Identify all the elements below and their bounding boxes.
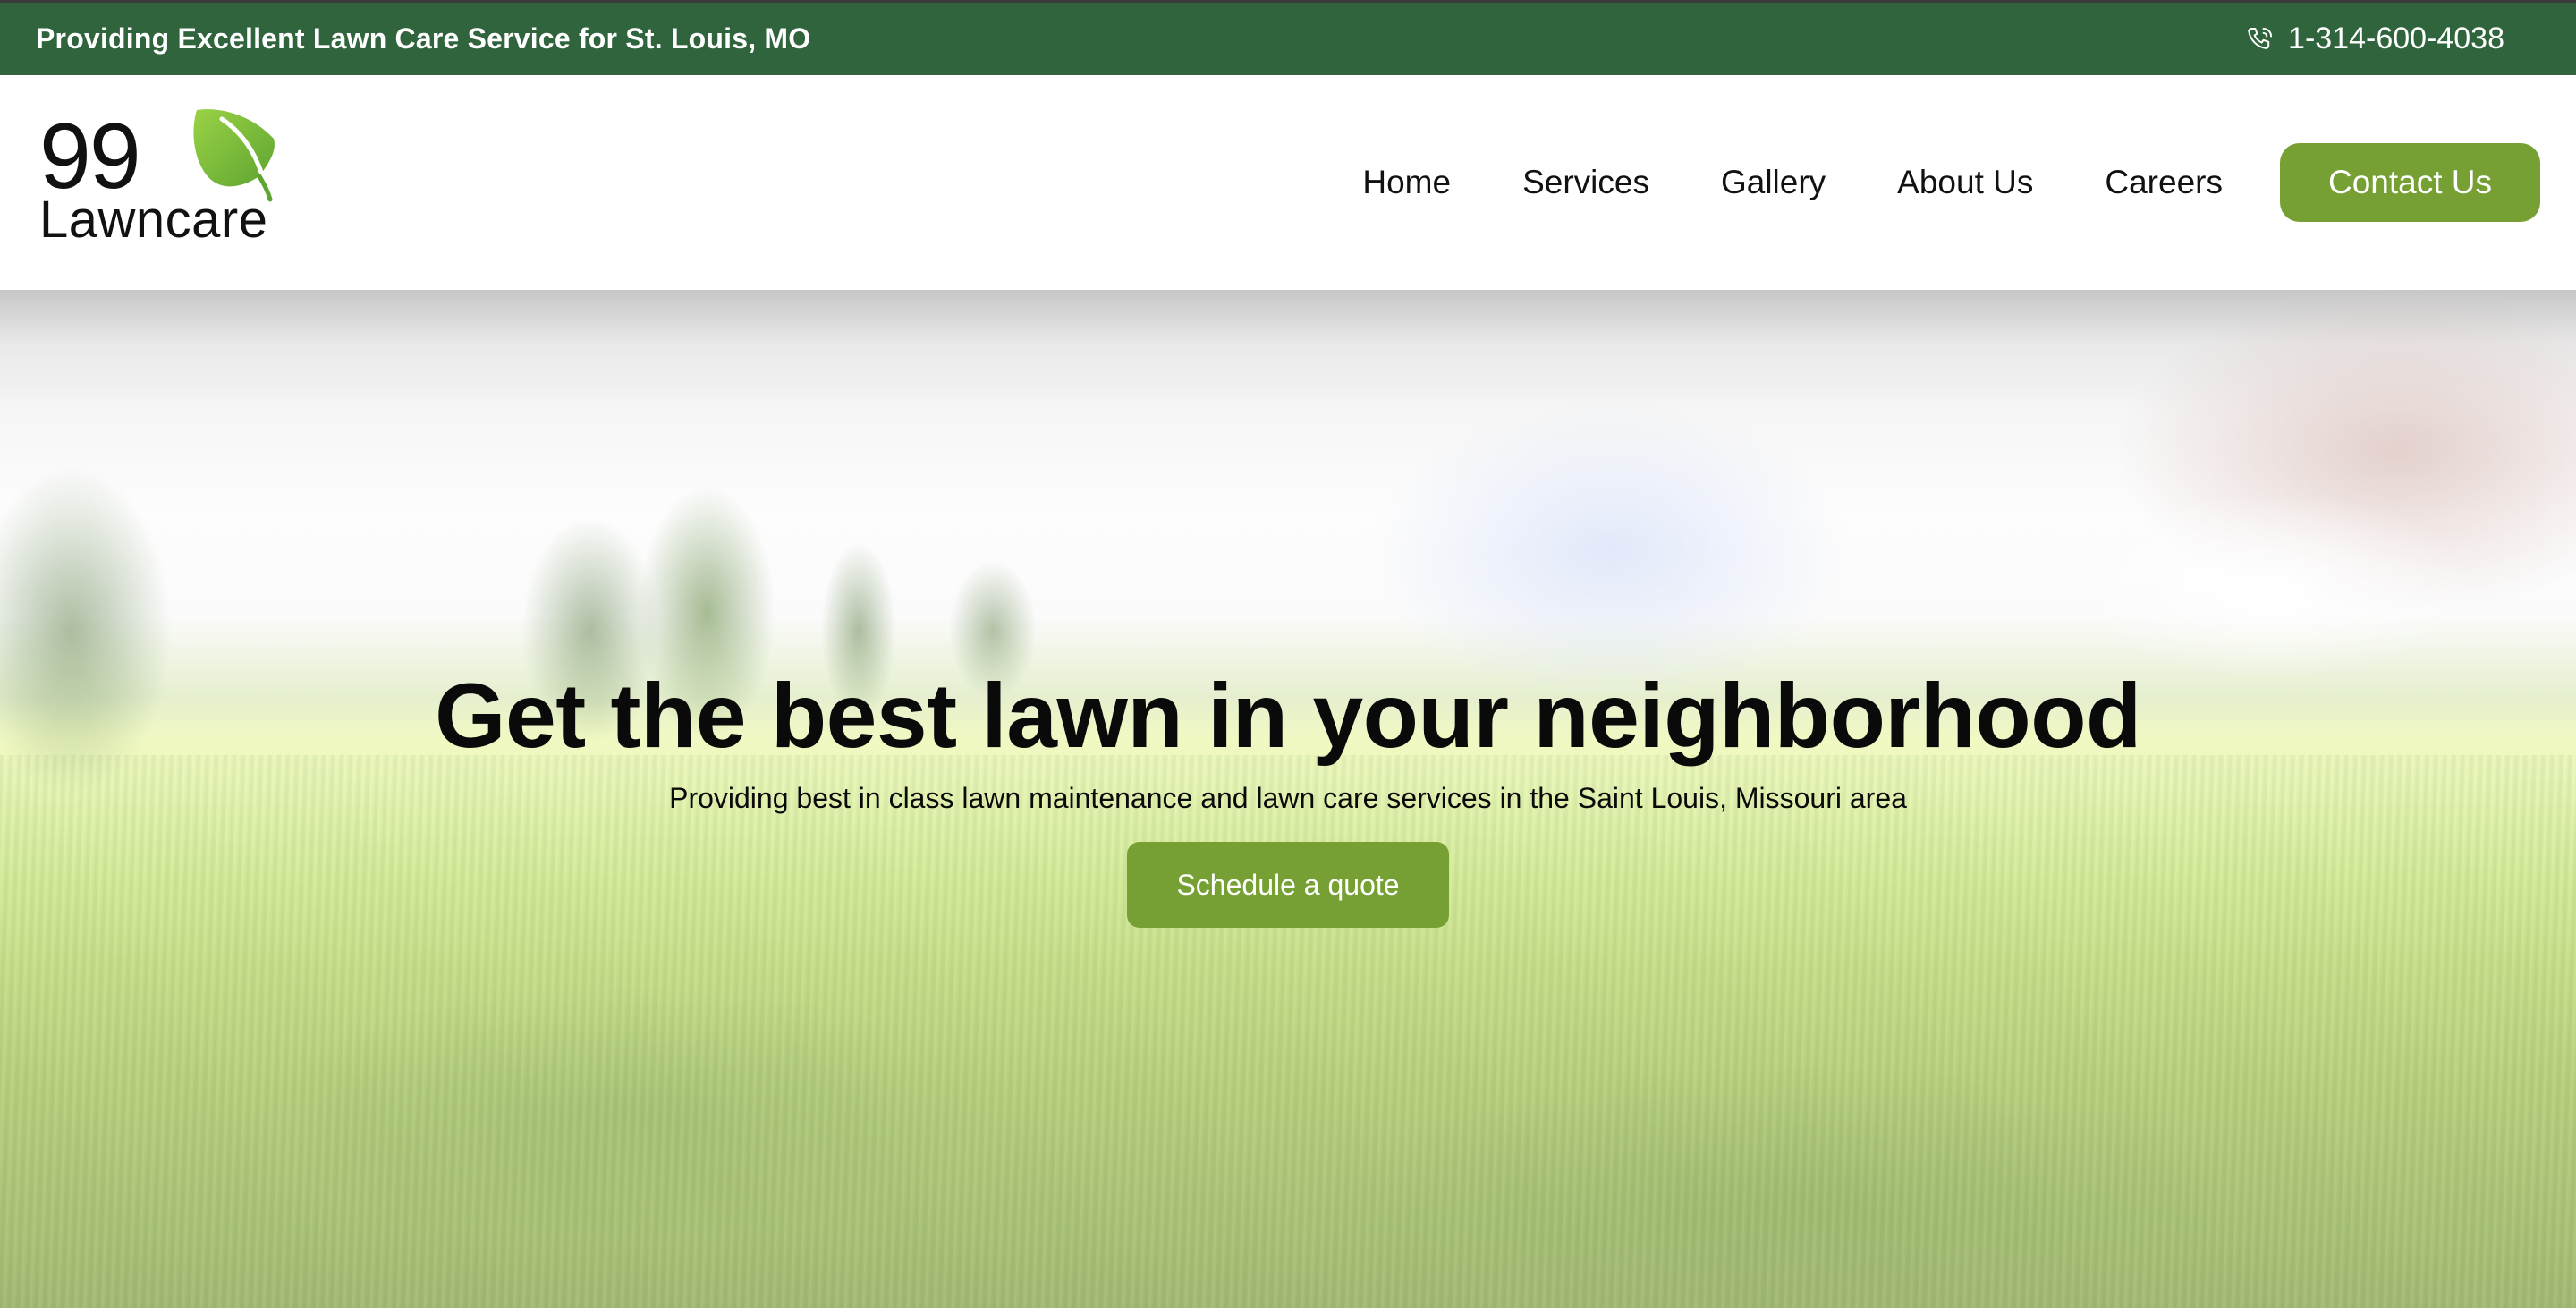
contact-us-button[interactable]: Contact Us — [2279, 143, 2540, 222]
nav-careers[interactable]: Careers — [2105, 164, 2223, 201]
schedule-quote-button[interactable]: Schedule a quote — [1127, 842, 1449, 929]
leaf-icon — [193, 109, 275, 202]
tagline: Providing Excellent Lawn Care Service fo… — [36, 22, 811, 55]
phone-link[interactable]: 1-314-600-4038 — [2245, 21, 2504, 56]
hero-subtitle: Providing best in class lawn maintenance… — [669, 782, 1907, 815]
top-announcement-bar: Providing Excellent Lawn Care Service fo… — [0, 0, 2576, 75]
logo[interactable]: 99 Lawncare — [39, 105, 275, 259]
hero-content: Get the best lawn in your neighborhood P… — [0, 665, 2576, 929]
header-shadow — [0, 290, 2576, 344]
nav-gallery[interactable]: Gallery — [1721, 164, 1826, 201]
logo-number: 99 — [39, 105, 141, 208]
nav-home[interactable]: Home — [1362, 164, 1451, 201]
hero-title: Get the best lawn in your neighborhood — [435, 665, 2141, 767]
logo-word: Lawncare — [39, 191, 268, 249]
nav-about-us[interactable]: About Us — [1897, 164, 2033, 201]
site-header: 99 Lawncare Home Services Gallery About … — [0, 75, 2576, 290]
hero-section: Get the best lawn in your neighborhood P… — [0, 290, 2576, 1308]
main-nav: Home Services Gallery About Us Careers C… — [1362, 143, 2540, 222]
phone-ringing-icon — [2248, 27, 2273, 49]
nav-services[interactable]: Services — [1522, 164, 1649, 201]
phone-number: 1-314-600-4038 — [2288, 21, 2504, 55]
